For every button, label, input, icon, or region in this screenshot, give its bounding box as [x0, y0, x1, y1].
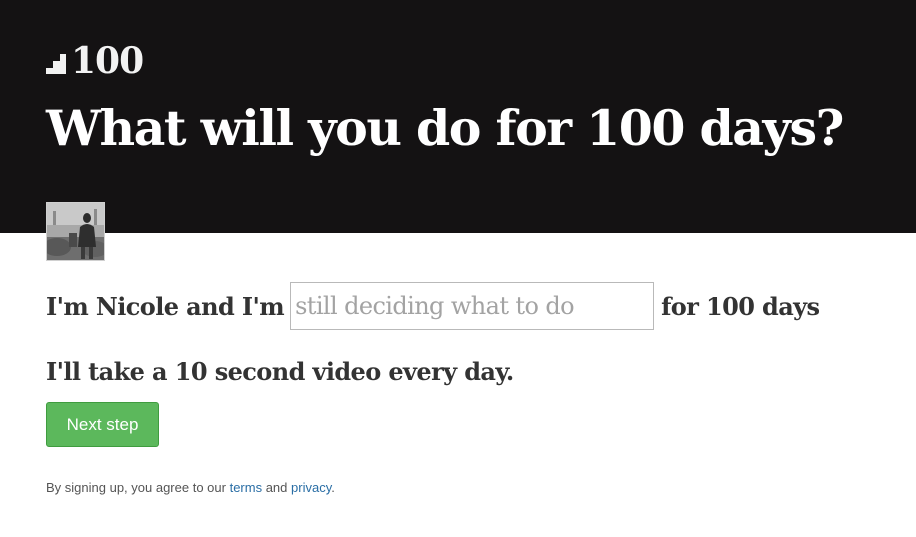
logo-text: 100 — [71, 40, 144, 82]
privacy-link[interactable]: privacy — [291, 480, 331, 495]
page-title: What will you do for 100 days? — [46, 99, 844, 157]
legal-notice: By signing up, you agree to our terms an… — [46, 479, 335, 497]
legal-prefix: By signing up, you agree to our — [46, 480, 226, 495]
video-commitment-text: I'll take a 10 second video every day. — [46, 357, 514, 386]
goal-sentence: I'm Nicole and I'm for 100 days — [46, 282, 820, 330]
next-step-button[interactable]: Next step — [46, 402, 159, 447]
user-photo-avatar — [47, 203, 104, 260]
intro-prefix: I'm Nicole and I'm — [46, 291, 285, 321]
goal-input[interactable] — [290, 282, 655, 330]
hero-banner: 100 What will you do for 100 days? — [0, 0, 916, 233]
logo[interactable]: 100 — [46, 40, 144, 82]
legal-suffix: . — [331, 480, 335, 495]
intro-suffix: for 100 days — [661, 291, 820, 321]
stairs-icon — [46, 54, 66, 74]
terms-link[interactable]: terms — [230, 480, 263, 495]
legal-and: and — [265, 480, 288, 495]
avatar — [46, 202, 105, 261]
